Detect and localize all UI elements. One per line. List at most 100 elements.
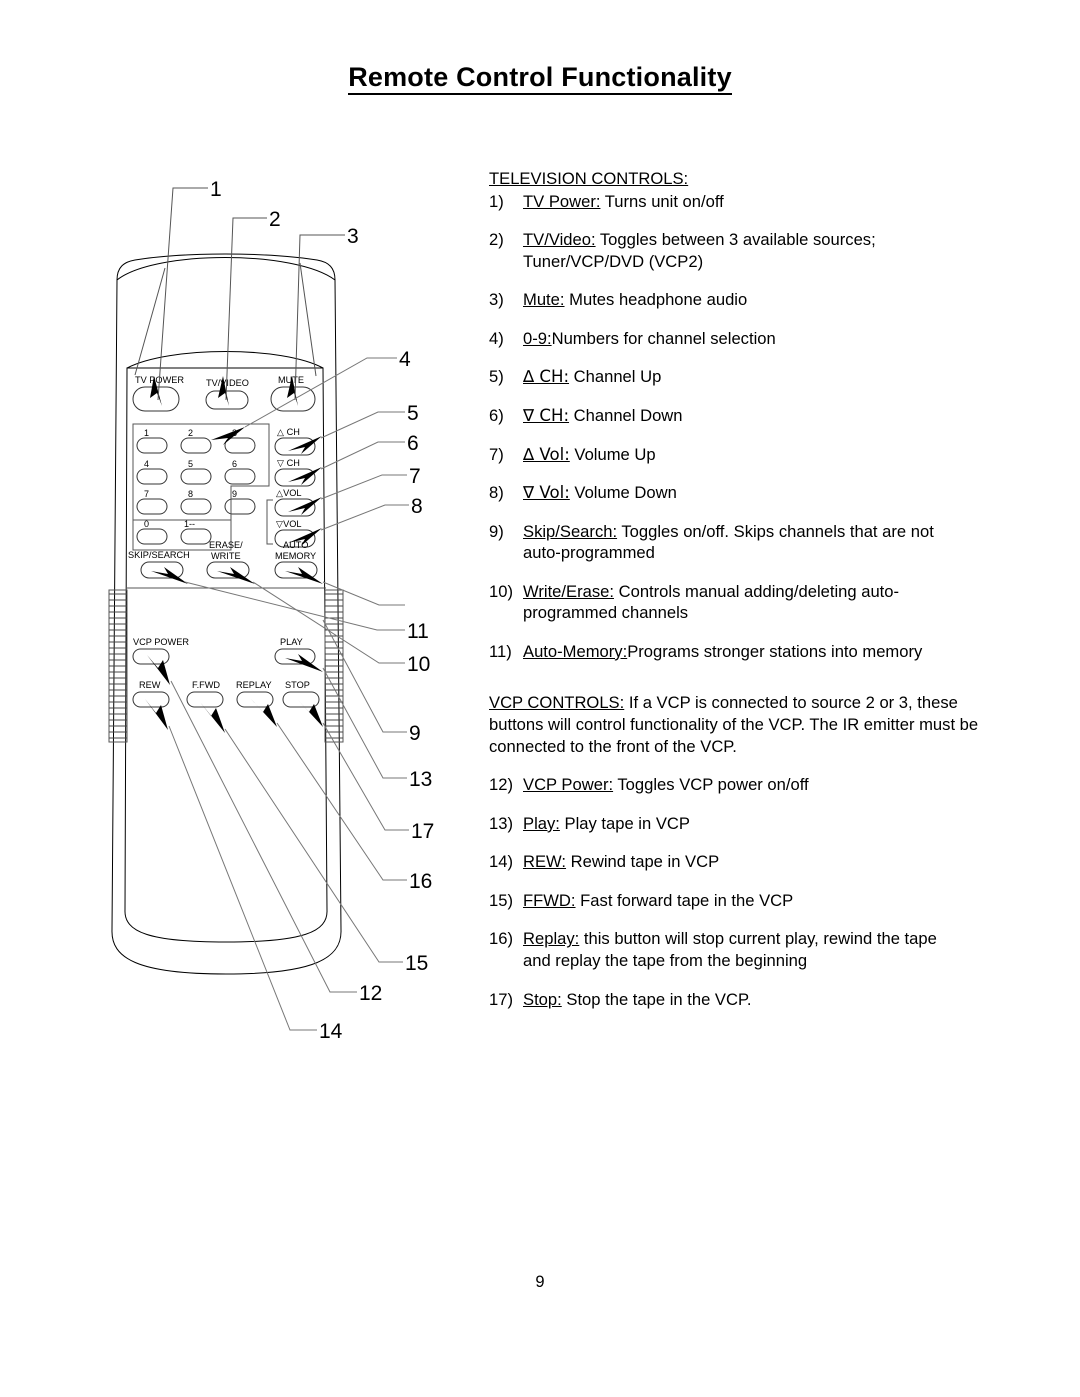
item-term: VCP Power: <box>523 775 614 795</box>
item-number: 2) <box>489 230 504 250</box>
item-desc: Fast forward tape in the VCP <box>580 890 794 910</box>
button-num-6[interactable]: 6 <box>224 459 256 485</box>
list-item: 17) Stop: Stop the tape in the VCP. <box>489 989 989 1011</box>
button-skip-search[interactable]: SKIP/SEARCH <box>128 550 190 579</box>
button-ch-down[interactable]: ▽ CH <box>274 458 316 487</box>
button-num-0[interactable]: 0 <box>136 519 168 545</box>
button-replay-label: REPLAY <box>236 680 272 690</box>
item-desc: Volume Up <box>574 444 656 464</box>
list-item: 6) ∇ CH: Channel Down <box>489 405 989 427</box>
button-num-2[interactable]: 2 <box>180 428 212 454</box>
callout-15: 15 <box>405 952 428 975</box>
key-label: 1 <box>144 428 149 438</box>
item-number: 17) <box>489 989 513 1009</box>
item-number: 7) <box>489 444 504 464</box>
side-grip-right <box>324 589 344 743</box>
button-vol-up[interactable]: △VOL <box>274 488 316 517</box>
list-item: 4) 0-9:Numbers for channel selection <box>489 328 989 350</box>
button-ch-up-label: △ CH <box>277 427 300 437</box>
item-term: Auto-Memory: <box>523 641 628 661</box>
list-item: 16) Replay: this button will stop curren… <box>489 928 989 971</box>
item-desc: Toggles between 3 available sources; <box>599 230 876 250</box>
item-body: REW: Rewind tape in VCP <box>523 851 989 873</box>
page-number: 9 <box>535 1273 545 1291</box>
item-body: ∇ CH: Channel Down <box>523 405 989 427</box>
item-term: ∆ Vol: <box>523 444 570 464</box>
callout-17: 17 <box>411 820 434 843</box>
button-erase-write-label1: ERASE/ <box>209 540 243 550</box>
item-number: 11) <box>489 641 512 661</box>
button-vcp-power[interactable]: VCP POWER <box>132 637 189 665</box>
button-tv-video-label: TV/VIDEO <box>206 378 249 388</box>
button-num-1dashdash[interactable]: 1-- <box>180 519 212 545</box>
list-item: 11) Auto-Memory:Programs stronger statio… <box>489 641 989 663</box>
button-stop-label: STOP <box>285 680 310 690</box>
button-erase-write[interactable]: ERASE/ WRITE <box>206 540 250 579</box>
item-term: FFWD: <box>523 890 576 910</box>
item-desc: Channel Down <box>573 405 683 425</box>
leader-lines <box>134 187 409 1031</box>
item-term: Play: <box>523 813 560 833</box>
button-num-3[interactable]: 3 <box>224 428 256 454</box>
page-title-text: Remote Control Functionality <box>348 62 732 95</box>
item-body: 0-9:Numbers for channel selection <box>523 328 989 350</box>
item-desc: Rewind tape in VCP <box>570 852 720 872</box>
item-term: Stop: <box>523 989 562 1009</box>
button-play-label: PLAY <box>280 637 303 647</box>
item-body: Play: Play tape in VCP <box>523 813 989 835</box>
button-stop[interactable]: STOP <box>282 680 320 708</box>
item-desc: Programs stronger stations into memory <box>627 641 923 661</box>
key-label: 2 <box>188 428 193 438</box>
functionality-list: TELEVISION CONTROLS: 1) TV Power: Turns … <box>489 168 989 1010</box>
list-item: 12) VCP Power: Toggles VCP power on/off <box>489 774 989 796</box>
button-ffwd[interactable]: F.FWD <box>186 680 224 708</box>
item-number: 13) <box>489 813 513 833</box>
item-number: 16) <box>489 929 513 949</box>
item-number: 15) <box>489 890 513 910</box>
callout-16: 16 <box>409 870 432 893</box>
item-number: 9) <box>489 521 504 541</box>
item-term: Replay: <box>523 929 580 949</box>
button-tv-video[interactable]: TV/VIDEO <box>205 378 249 410</box>
item-desc: this button will stop current play, rewi… <box>583 929 937 949</box>
button-rew-label: REW <box>139 680 161 690</box>
item-body: Auto-Memory:Programs stronger stations i… <box>523 641 989 663</box>
item-term: Mute: <box>523 290 565 310</box>
list-item: 7) ∆ Vol: Volume Up <box>489 444 989 466</box>
button-replay[interactable]: REPLAY <box>236 680 274 708</box>
item-number: 12) <box>489 775 513 795</box>
button-num-4[interactable]: 4 <box>136 459 168 485</box>
item-number: 4) <box>489 328 504 348</box>
button-num-5[interactable]: 5 <box>180 459 212 485</box>
item-body: VCP Power: Toggles VCP power on/off <box>523 774 989 796</box>
button-num-7[interactable]: 7 <box>136 489 168 515</box>
callout-6: 6 <box>407 432 419 455</box>
callout-2: 2 <box>269 208 281 231</box>
button-num-8[interactable]: 8 <box>180 489 212 515</box>
key-label: 1-- <box>184 519 195 529</box>
button-num-1[interactable]: 1 <box>136 428 168 454</box>
button-vol-up-label: △VOL <box>276 488 301 498</box>
item-desc: Turns unit on/off <box>604 191 724 211</box>
item-body: ∆ Vol: Volume Up <box>523 444 989 466</box>
button-vol-down-label: ▽VOL <box>276 519 301 529</box>
item-term: 0-9: <box>523 328 552 348</box>
button-num-9[interactable]: 9 <box>224 489 256 515</box>
item-body: ∇ Vol: Volume Down <box>523 482 989 504</box>
item-body: FFWD: Fast forward tape in the VCP <box>523 890 989 912</box>
key-label: 5 <box>188 459 193 469</box>
side-grip-left <box>108 589 128 743</box>
list-item: 13) Play: Play tape in VCP <box>489 813 989 835</box>
item-body: TV Power: Turns unit on/off <box>523 191 989 213</box>
television-controls-heading-text: TELEVISION CONTROLS: <box>489 169 689 188</box>
item-desc: Mutes headphone audio <box>569 290 748 310</box>
item-term: ∇ Vol: <box>523 483 570 503</box>
item-desc-2: programmed channels <box>523 603 689 623</box>
list-item: 3) Mute: Mutes headphone audio <box>489 289 989 311</box>
button-rew[interactable]: REW <box>132 680 170 708</box>
callout-4: 4 <box>399 348 411 371</box>
button-ch-up[interactable]: △ CH <box>274 427 316 456</box>
callout-13: 13 <box>409 768 432 791</box>
item-body: Replay: this button will stop current pl… <box>523 928 989 971</box>
remote-control-diagram: .ln { fill:none; stroke:#000; stroke-wid… <box>95 150 475 1070</box>
